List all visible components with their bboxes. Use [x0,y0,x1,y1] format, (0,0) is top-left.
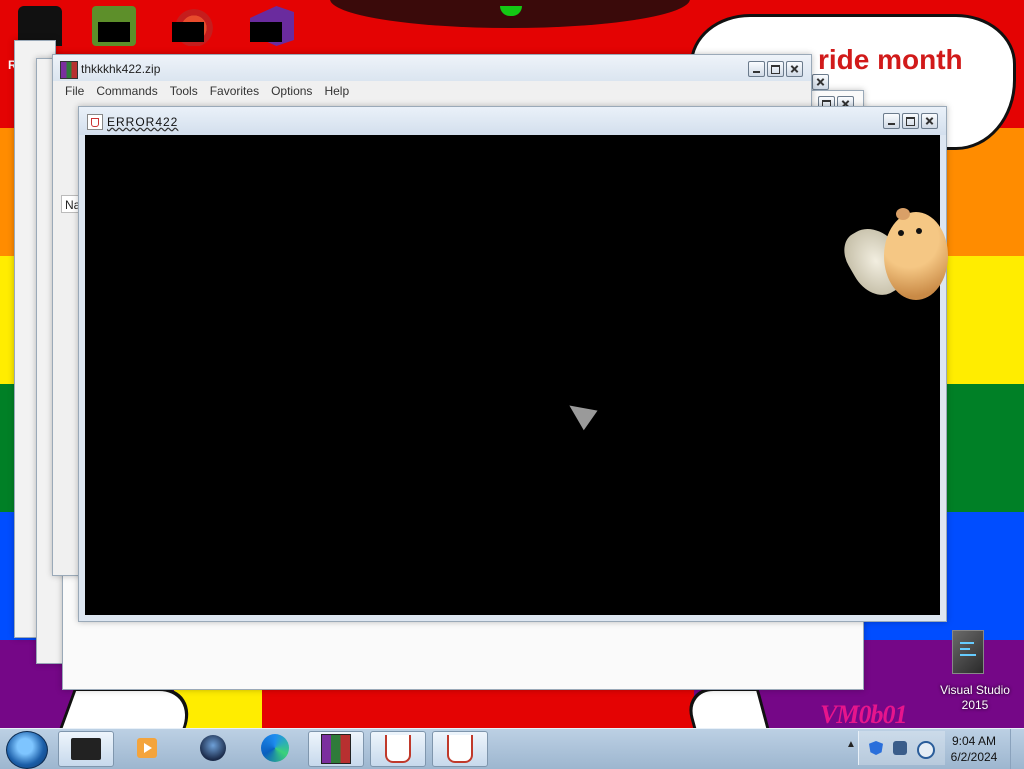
java-icon [87,114,103,130]
clock-date: 6/2/2024 [950,750,998,764]
window-controls [748,61,803,77]
cartoon-part [262,686,694,728]
speech-bubble-text: ride month [818,44,963,75]
taskbar-item-orb[interactable] [186,731,240,765]
desktop-icon-label[interactable]: Visual Studio 2015 [930,683,1020,713]
maximize-icon[interactable] [767,61,784,77]
title-bar[interactable]: ERROR422 [79,107,946,135]
hamster-ear [896,208,910,220]
hamster-eye [898,230,904,236]
close-icon[interactable] [786,61,803,77]
redaction-box [98,22,130,42]
file-shape [952,630,984,674]
media-player-icon [137,738,157,758]
clock[interactable]: 9:04 AM 6/2/2024 [944,733,1004,765]
start-button[interactable] [6,731,48,769]
menu-help[interactable]: Help [324,81,349,101]
hamster-with-pillow-image [835,204,952,305]
watermark-text: VM0b01 [820,700,907,729]
hamster-body [884,212,948,300]
background-window-controls [812,74,829,90]
error-window[interactable]: ERROR422 [78,106,947,622]
menu-commands[interactable]: Commands [96,81,157,101]
network-icon[interactable] [893,741,907,755]
menu-tools[interactable]: Tools [170,81,198,101]
visual-studio-file-icon[interactable] [952,630,988,676]
window-title: thkkkhk422.zip [81,62,161,76]
taskbar-item-winrar[interactable] [308,731,364,767]
code-line [960,648,970,650]
menu-favorites[interactable]: Favorites [210,81,259,101]
winrar-icon [321,734,351,764]
monitor-icon [71,738,101,760]
shield-icon[interactable] [869,741,883,755]
taskbar-item-java-2[interactable] [432,731,488,767]
code-line [960,654,976,656]
winrar-icon [60,61,78,79]
minimize-icon[interactable] [748,61,765,77]
window-controls [883,113,938,129]
java-icon [385,735,411,763]
maximize-icon[interactable] [902,113,919,129]
code-line [960,642,974,644]
taskbar-item-media[interactable] [120,731,174,765]
taskbar-item-java-1[interactable] [370,731,426,767]
taskbar: ▲ 9:04 AM 6/2/2024 [0,728,1024,769]
menu-bar: File Commands Tools Favorites Options He… [53,81,811,101]
menu-options[interactable]: Options [271,81,312,101]
hamster-eye [916,228,922,234]
show-desktop-button[interactable] [1010,729,1024,769]
tray-overflow-icon[interactable]: ▲ [846,739,856,750]
clock-time: 9:04 AM [951,734,997,748]
java-icon [447,735,473,763]
minimize-icon[interactable] [883,113,900,129]
title-bar[interactable]: thkkkhk422.zip [53,55,811,81]
system-tray [858,731,945,765]
black-canvas[interactable] [85,135,940,615]
close-icon[interactable] [812,74,829,90]
window-title: ERROR422 [107,115,179,129]
volume-icon[interactable] [917,741,935,759]
orb-icon [200,735,226,761]
taskbar-item-monitor[interactable] [58,731,114,767]
redaction-box [172,22,204,42]
edge-icon [261,734,289,762]
taskbar-item-edge[interactable] [248,731,302,765]
close-icon[interactable] [921,113,938,129]
redaction-box [250,22,282,42]
menu-file[interactable]: File [65,81,84,101]
